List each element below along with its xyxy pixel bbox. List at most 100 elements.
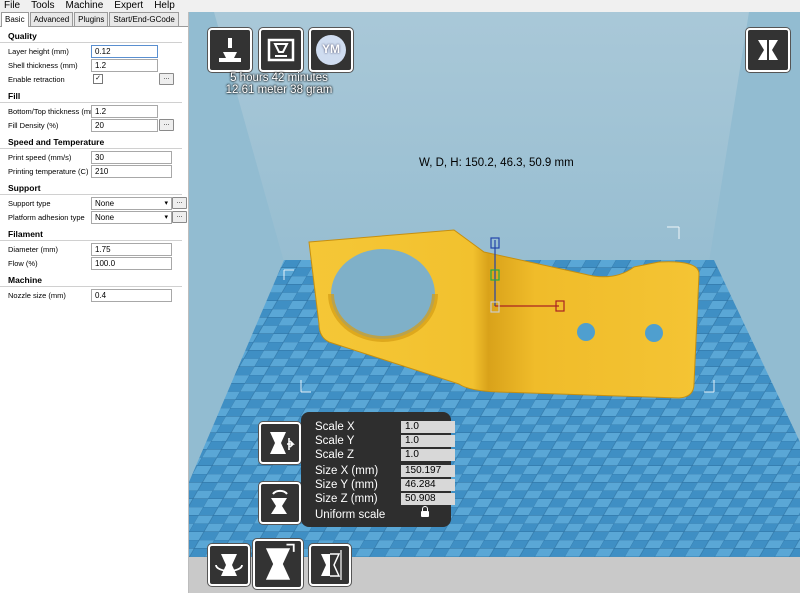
chevron-down-icon: ▾ [164, 214, 168, 221]
tab-start-end-gcode[interactable]: Start/End-GCode [109, 12, 179, 26]
scale-icon [265, 543, 295, 580]
size-x-row: Size X (mm) 150.197 [315, 465, 455, 478]
enable-retraction-checkbox[interactable]: ✓ [93, 74, 103, 84]
load-model-icon [219, 38, 241, 62]
print-temp-input[interactable]: 210 [91, 165, 172, 178]
section-speed-temperature: Speed and Temperature [0, 133, 182, 149]
mirror-tool-icon [321, 550, 342, 580]
row-nozzle-size: Nozzle size (mm) 0.4 [0, 289, 188, 303]
size-y-input[interactable]: 46.284 [401, 479, 455, 491]
menu-machine[interactable]: Machine [61, 0, 110, 12]
size-y-label: Size Y (mm) [315, 479, 378, 491]
reset-scale-icon [271, 489, 288, 514]
retraction-settings-button[interactable]: ... [159, 73, 174, 85]
adhesion-type-select[interactable]: None ▾ [91, 211, 172, 224]
size-z-input[interactable]: 50.908 [401, 493, 455, 505]
size-y-row: Size Y (mm) 46.284 [315, 479, 455, 492]
row-print-temp: Printing temperature (C) 210 [0, 165, 188, 179]
tab-advanced[interactable]: Advanced [29, 12, 74, 26]
row-diameter: Diameter (mm) 1.75 [0, 243, 188, 257]
shell-thickness-label: Shell thickness (mm) [8, 61, 78, 70]
tab-plugins[interactable]: Plugins [74, 12, 109, 26]
row-fill-density: Fill Density (%) 20 ... [0, 119, 188, 133]
row-support-type: Support type None ▾ ... [0, 197, 188, 211]
rotate-icon [215, 554, 243, 576]
scale-z-row: Scale Z 1.0 [315, 449, 455, 462]
layer-height-label: Layer height (mm) [8, 47, 69, 56]
scale-max-button[interactable] [259, 422, 301, 464]
row-adhesion-type: Platform adhesion type None ▾ ... [0, 211, 188, 225]
chevron-down-icon: ▾ [164, 200, 168, 207]
settings-sidebar: Basic Advanced Plugins Start/End-GCode Q… [0, 12, 189, 593]
scale-x-input[interactable]: 1.0 [401, 421, 455, 433]
model-dimensions: W, D, H: 150.2, 46.3, 50.9 mm [419, 157, 574, 169]
size-x-label: Size X (mm) [315, 465, 379, 477]
row-layer-height: Layer height (mm) 0.12 [0, 45, 188, 59]
adhesion-settings-button[interactable]: ... [172, 211, 187, 223]
flow-input[interactable]: 100.0 [91, 257, 172, 270]
scale-y-row: Scale Y 1.0 [315, 435, 455, 448]
menu-tools[interactable]: Tools [27, 0, 61, 12]
diameter-input[interactable]: 1.75 [91, 243, 172, 256]
scale-z-input[interactable]: 1.0 [401, 449, 455, 461]
section-filament: Filament [0, 225, 182, 241]
scale-tool-button[interactable] [253, 539, 303, 589]
fill-density-input[interactable]: 20 [91, 119, 158, 132]
scale-y-label: Scale Y [315, 435, 355, 447]
ym-label: YM [322, 42, 340, 56]
print-speed-input[interactable]: 30 [91, 151, 172, 164]
size-x-input[interactable]: 150.197 [401, 465, 455, 477]
section-fill: Fill [0, 87, 182, 103]
lock-icon[interactable] [421, 506, 429, 517]
save-gcode-icon [267, 38, 295, 62]
row-shell-thickness: Shell thickness (mm) 1.2 [0, 59, 188, 73]
support-type-select[interactable]: None ▾ [91, 197, 172, 210]
section-support: Support [0, 179, 182, 195]
tab-basic[interactable]: Basic [1, 12, 29, 27]
support-settings-button[interactable]: ... [172, 197, 187, 209]
reset-scale-button[interactable] [259, 482, 301, 524]
print-temp-label: Printing temperature (C) [8, 167, 89, 176]
diameter-label: Diameter (mm) [8, 245, 58, 254]
row-print-speed: Print speed (mm/s) 30 [0, 151, 188, 165]
row-flow: Flow (%) 100.0 [0, 257, 188, 271]
flow-label: Flow (%) [8, 259, 38, 268]
bottom-top-label: Bottom/Top thickness (mm) [8, 107, 99, 116]
scale-max-icon [270, 432, 295, 454]
support-type-value: None [95, 199, 115, 208]
view-mode-icon [758, 40, 778, 60]
scale-y-input[interactable]: 1.0 [401, 435, 455, 447]
fill-density-label: Fill Density (%) [8, 121, 59, 130]
save-gcode-button[interactable] [259, 28, 303, 72]
section-quality: Quality [0, 27, 182, 43]
bottom-top-input[interactable]: 1.2 [91, 105, 158, 118]
adhesion-type-value: None [95, 213, 115, 222]
print-info: 5 hours 42 minutes 12.61 meter 38 gram [209, 72, 349, 96]
mirror-tool-button[interactable] [309, 544, 351, 586]
settings-tabs: Basic Advanced Plugins Start/End-GCode [0, 12, 188, 27]
3d-viewport[interactable]: YM 5 hours 42 minutes 12.61 meter 38 gra… [189, 12, 800, 593]
row-enable-retraction: Enable retraction ✓ ... [0, 73, 188, 87]
section-machine: Machine [0, 271, 182, 287]
size-z-row: Size Z (mm) 50.908 [315, 493, 455, 506]
menu-help[interactable]: Help [150, 0, 182, 12]
load-model-button[interactable] [208, 28, 252, 72]
scale-x-label: Scale X [315, 421, 355, 433]
ym-plugin-button[interactable]: YM [309, 28, 353, 72]
fill-settings-button[interactable]: ... [159, 119, 174, 131]
size-z-label: Size Z (mm) [315, 493, 378, 505]
view-mode-button[interactable] [746, 28, 790, 72]
print-material: 12.61 meter 38 gram [225, 84, 333, 96]
print-time: 5 hours 42 minutes [230, 72, 328, 84]
nozzle-size-input[interactable]: 0.4 [91, 289, 172, 302]
rotate-tool-button[interactable] [208, 544, 250, 586]
uniform-scale-row: Uniform scale [315, 506, 429, 522]
scale-x-row: Scale X 1.0 [315, 421, 455, 434]
menu-expert[interactable]: Expert [110, 0, 150, 12]
layer-height-input[interactable]: 0.12 [91, 45, 158, 58]
uniform-scale-label: Uniform scale [315, 509, 386, 521]
nozzle-size-label: Nozzle size (mm) [8, 291, 66, 300]
print-speed-label: Print speed (mm/s) [8, 153, 72, 162]
menu-file[interactable]: File [0, 0, 27, 12]
shell-thickness-input[interactable]: 1.2 [91, 59, 158, 72]
